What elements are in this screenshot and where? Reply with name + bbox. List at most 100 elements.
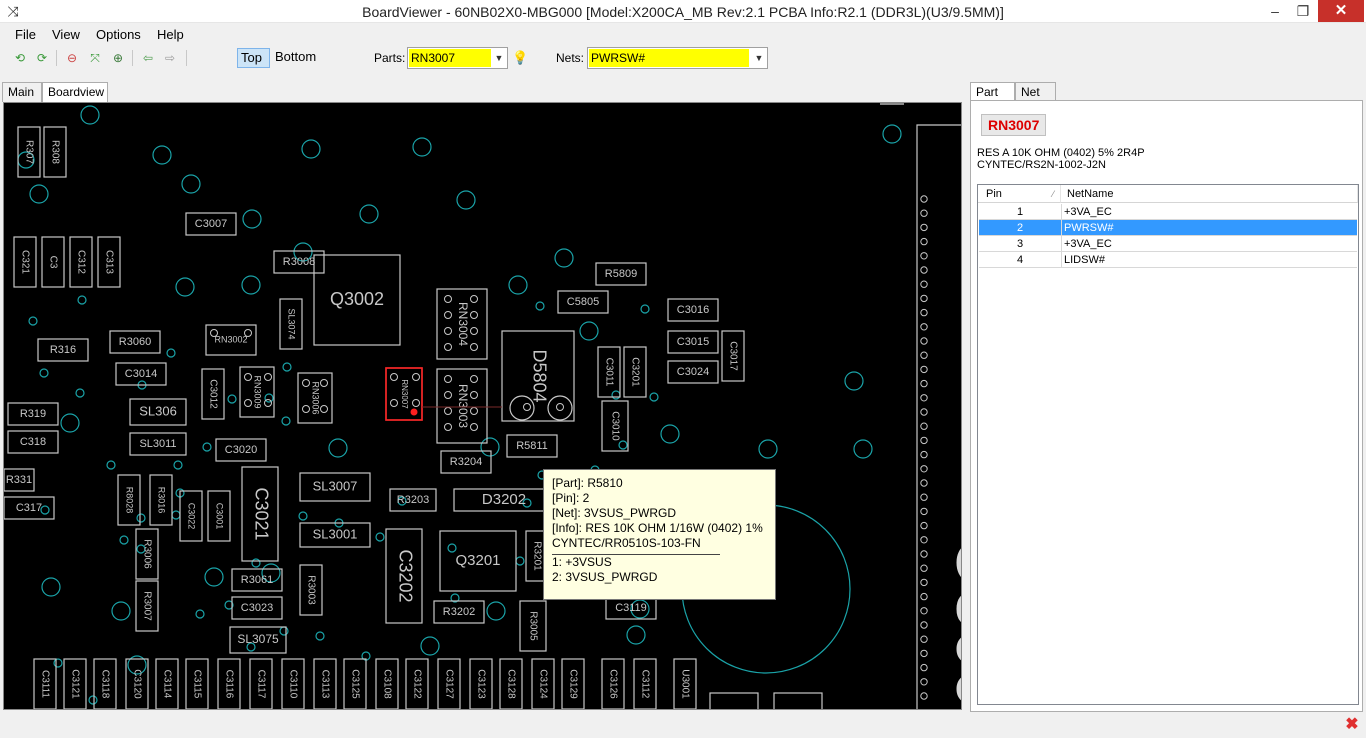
zoom-out-icon[interactable]: ⊖ bbox=[64, 51, 80, 65]
connector-pin bbox=[920, 195, 928, 203]
arrow-right-icon[interactable]: ⇨ bbox=[162, 51, 178, 65]
board-part-label: Q3002 bbox=[330, 289, 384, 309]
board-pad bbox=[244, 399, 252, 407]
board-pad bbox=[264, 399, 272, 407]
connector-pin bbox=[920, 408, 928, 416]
connector-pin bbox=[920, 237, 928, 246]
zoom-fit-icon[interactable]: ⤧ bbox=[87, 51, 103, 65]
menu-help[interactable]: Help bbox=[157, 27, 184, 42]
board-part-label: SL306 bbox=[139, 403, 177, 418]
board-part-label: C3124 bbox=[537, 669, 548, 699]
board-part-label: C3112 bbox=[639, 670, 650, 699]
via-circle bbox=[39, 368, 49, 378]
board-pad bbox=[244, 329, 252, 337]
via-circle bbox=[28, 316, 38, 326]
via-circle bbox=[375, 532, 385, 542]
table-row[interactable]: 3 +3VA_EC bbox=[979, 236, 1357, 252]
connector-pin bbox=[920, 365, 928, 374]
menu-view[interactable]: View bbox=[52, 27, 80, 42]
tooltip-pin1: 1: +3VSUS bbox=[552, 555, 612, 569]
board-part-label: C3113 bbox=[319, 670, 330, 699]
via-circle bbox=[412, 137, 432, 157]
board-part-label: C3011 bbox=[603, 358, 614, 387]
board-part-label: R3061 bbox=[241, 574, 273, 586]
board-svg[interactable]: U3001 R307 R308 C3007 R3008 Q3002 R5809 C321 C3 C… bbox=[4, 103, 962, 710]
maximize-button[interactable]: ❐ bbox=[1290, 0, 1316, 22]
table-row[interactable]: 2 PWRSW# bbox=[979, 220, 1357, 236]
sort-icon: ⁄ bbox=[1052, 189, 1054, 199]
board-part-label: C3010 bbox=[609, 411, 620, 441]
board-part-label: RN3002 bbox=[214, 334, 247, 344]
board-pad bbox=[444, 327, 452, 335]
board-pad bbox=[470, 391, 478, 399]
via-circle bbox=[181, 174, 201, 194]
column-header-netname[interactable]: NetName bbox=[1061, 185, 1358, 203]
nets-combo[interactable]: PWRSW# ▼ bbox=[587, 47, 768, 69]
via-circle bbox=[282, 362, 292, 372]
board-pad bbox=[444, 391, 452, 399]
close-x-icon[interactable]: ✖ bbox=[1344, 717, 1360, 733]
connector-pin bbox=[920, 351, 928, 359]
board-part-label: RN3003 bbox=[456, 384, 470, 428]
top-side-button[interactable]: Top bbox=[237, 48, 270, 68]
board-pad bbox=[444, 343, 452, 351]
board-part-label: C318 bbox=[20, 436, 46, 448]
table-row[interactable]: 1 +3VA_EC bbox=[979, 204, 1357, 220]
connector-pin bbox=[920, 223, 928, 232]
zoom-in-icon[interactable]: ⊕ bbox=[110, 51, 126, 65]
board-pad bbox=[244, 373, 252, 381]
via-circle bbox=[80, 105, 100, 125]
bulb-icon[interactable]: 💡 bbox=[512, 50, 528, 66]
table-row[interactable]: 4 LIDSW# bbox=[979, 252, 1357, 268]
board-pad bbox=[444, 423, 452, 431]
arrow-left-icon[interactable]: ⇦ bbox=[140, 51, 156, 65]
board-pad bbox=[470, 343, 478, 351]
board-canvas[interactable]: U3001 R307 R308 C3007 R3008 Q3002 R5809 C321 C3 C… bbox=[3, 102, 962, 710]
rotate-left-icon[interactable]: ⟲ bbox=[12, 51, 28, 65]
parts-combo[interactable]: RN3007 ▼ bbox=[407, 47, 508, 69]
netname-cell: LIDSW# bbox=[1064, 254, 1105, 266]
connector-pin bbox=[920, 465, 928, 473]
board-pad bbox=[412, 399, 420, 407]
nets-combo-value[interactable]: PWRSW# bbox=[589, 49, 749, 67]
connector-pin bbox=[920, 294, 928, 303]
close-button[interactable]: ✕ bbox=[1318, 0, 1364, 22]
via-circle bbox=[136, 513, 146, 523]
connector-pin bbox=[920, 550, 928, 558]
connector-pin bbox=[920, 280, 928, 288]
board-part-label: R3203 bbox=[397, 494, 429, 506]
parts-combo-value[interactable]: RN3007 bbox=[409, 49, 491, 67]
via-circle bbox=[195, 609, 205, 619]
rotate-right-icon[interactable]: ⟳ bbox=[34, 51, 50, 65]
board-pad bbox=[523, 403, 531, 411]
column-header-pin[interactable]: Pin ⁄ bbox=[978, 185, 1061, 203]
board-part-label: R3202 bbox=[443, 606, 475, 618]
board-pad bbox=[444, 295, 452, 303]
menu-bar: File View Options Help bbox=[0, 23, 1366, 45]
minimize-button[interactable]: ‒ bbox=[1262, 0, 1288, 22]
board-part-label: C3123 bbox=[475, 669, 486, 699]
pin-table[interactable]: Pin ⁄ NetName 1 +3VA_EC 2 PWRSW# 3 +3VA_EC 4 LI… bbox=[977, 184, 1359, 705]
via-circle bbox=[315, 631, 325, 641]
connector-pin bbox=[920, 493, 928, 501]
board-part-label: RN3006 bbox=[311, 381, 321, 414]
connector-pin bbox=[920, 607, 928, 615]
tab-main[interactable]: Main bbox=[2, 82, 42, 102]
connector-pin bbox=[920, 266, 928, 274]
tab-boardview[interactable]: Boardview bbox=[42, 82, 108, 103]
bottom-side-button[interactable]: Bottom bbox=[272, 48, 318, 68]
board-part-label: C3127 bbox=[443, 669, 454, 699]
chevron-down-icon[interactable]: ▼ bbox=[751, 48, 767, 68]
connector-pin bbox=[920, 635, 928, 643]
tab-net[interactable]: Net (5) bbox=[1015, 82, 1056, 117]
board-part-label: C3022 bbox=[187, 503, 197, 530]
board-part-label: C3012 bbox=[207, 379, 218, 409]
netname-cell: +3VA_EC bbox=[1064, 206, 1112, 218]
board-part-label: SL3007 bbox=[313, 478, 358, 493]
pin-cell: 4 bbox=[979, 252, 1062, 268]
chevron-down-icon[interactable]: ▼ bbox=[491, 48, 507, 68]
via-circle bbox=[508, 275, 528, 295]
menu-file[interactable]: File bbox=[15, 27, 36, 42]
title-bar: ⤨ BoardViewer - 60NB02X0-MBG000 [Model:X… bbox=[0, 0, 1366, 23]
menu-options[interactable]: Options bbox=[96, 27, 141, 42]
